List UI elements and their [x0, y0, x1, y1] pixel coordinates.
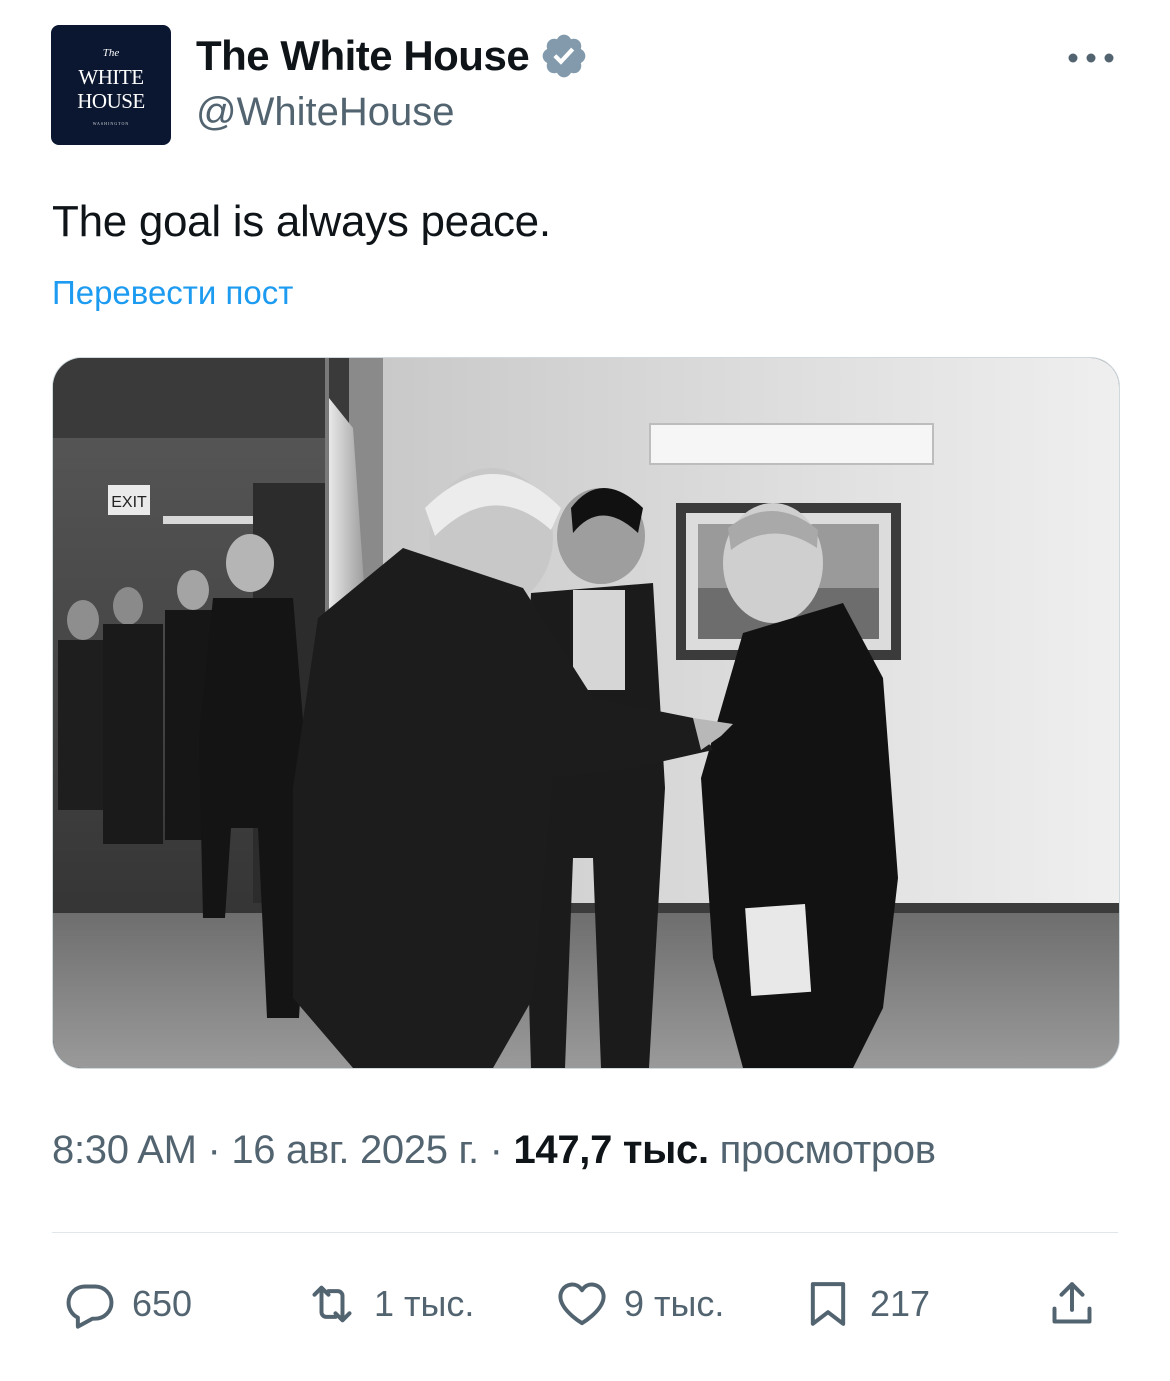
- repost-button[interactable]: 1 тыс.: [304, 1272, 474, 1336]
- verified-badge-icon: [539, 31, 589, 81]
- avatar-the: The: [102, 47, 120, 59]
- bookmark-count: 217: [870, 1283, 931, 1324]
- account-name[interactable]: The White House: [196, 32, 530, 80]
- avatar[interactable]: The WHITE HOUSE WASHINGTON: [51, 25, 171, 145]
- bookmark-button[interactable]: 217: [800, 1272, 930, 1336]
- photo-illustration: EXIT: [53, 358, 1119, 1068]
- meta-separator: ·: [196, 1128, 232, 1172]
- share-button[interactable]: [1044, 1272, 1100, 1336]
- views-count: 147,7 тыс.: [513, 1128, 709, 1172]
- heart-icon: [558, 1282, 606, 1326]
- views-label: просмотров: [708, 1128, 936, 1172]
- more-options-icon[interactable]: [1066, 48, 1116, 68]
- translate-link[interactable]: Перевести пост: [52, 274, 293, 312]
- repost-icon: [312, 1285, 352, 1323]
- action-bar: 650 1 тыс. 9 тыс. 217: [52, 1272, 1118, 1336]
- share-icon: [1052, 1282, 1092, 1324]
- reply-icon: [66, 1284, 114, 1329]
- post-meta: 8:30 AM · 16 авг. 2025 г. · 147,7 тыс. п…: [52, 1128, 936, 1173]
- account-name-row[interactable]: The White House: [196, 28, 589, 84]
- account-handle[interactable]: @WhiteHouse: [196, 90, 454, 135]
- post-image[interactable]: EXIT: [52, 357, 1120, 1069]
- meta-separator: ·: [478, 1128, 514, 1172]
- post-time[interactable]: 8:30 AM: [52, 1128, 197, 1172]
- like-button[interactable]: 9 тыс.: [554, 1272, 724, 1336]
- divider: [52, 1232, 1118, 1233]
- avatar-line-2: HOUSE: [77, 89, 145, 113]
- bookmark-icon: [810, 1282, 846, 1326]
- like-count: 9 тыс.: [624, 1283, 725, 1324]
- post-date[interactable]: 16 авг. 2025 г.: [231, 1128, 479, 1172]
- repost-count: 1 тыс.: [374, 1283, 475, 1324]
- avatar-small: WASHINGTON: [92, 121, 130, 126]
- exit-sign: EXIT: [111, 494, 147, 511]
- reply-count: 650: [132, 1283, 193, 1324]
- avatar-line-1: WHITE: [78, 65, 144, 89]
- post-text: The goal is always peace.: [52, 197, 551, 246]
- reply-button[interactable]: 650: [62, 1272, 192, 1336]
